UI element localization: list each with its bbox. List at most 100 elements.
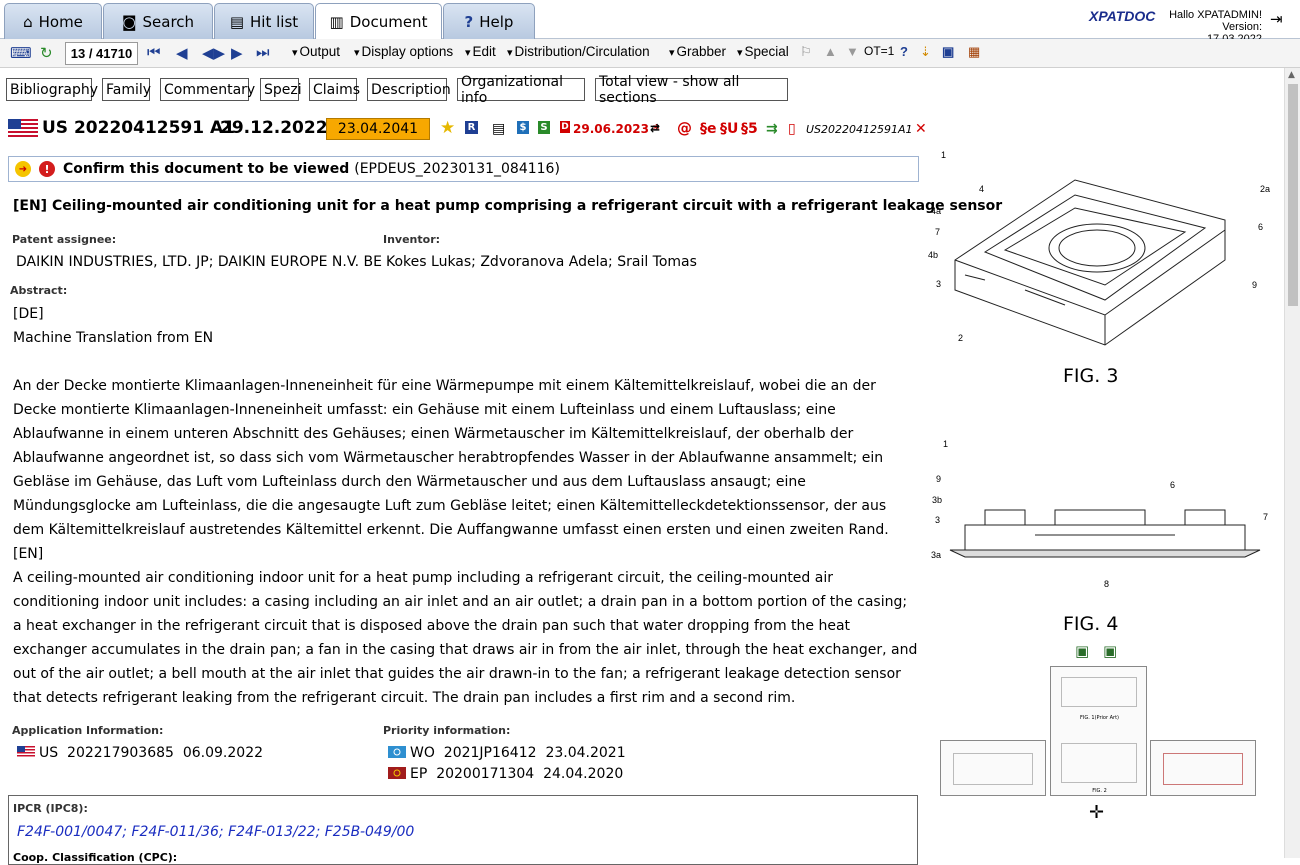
inventor-value: Kokes Lukas; Zdvoranova Adela; Srail Tom… [386, 254, 697, 270]
section-total-view[interactable]: Total view - show all sections [595, 74, 788, 106]
pdf-icon[interactable]: ▯ [788, 121, 796, 137]
arrow-in-icon[interactable]: ➜ [15, 161, 31, 177]
confirm-view-link[interactable]: Confirm this document to be viewed [63, 161, 349, 177]
ipcr-code-link[interactable]: F25B-049/00 [325, 824, 415, 840]
tab-home[interactable]: ⌂ Home [4, 3, 102, 39]
clipboard-icon[interactable]: ▦ [968, 44, 980, 60]
tab-hit-list[interactable]: ▤ Hit list [214, 3, 314, 39]
fig3-label: 9 [1252, 280, 1257, 290]
status-s1-icon[interactable]: $ [517, 121, 529, 134]
status-s2-icon[interactable]: S [538, 121, 550, 134]
section-claims[interactable]: Claims [309, 78, 360, 101]
paragraph-e-icon[interactable]: §e [700, 121, 717, 137]
confirm-view-bar: ➜ ! Confirm this document to be viewed (… [8, 156, 919, 182]
section-organizational-info[interactable]: Organizational info [457, 74, 585, 106]
thumbnail-fig4[interactable] [1150, 740, 1256, 796]
scroll-up-icon[interactable]: ▲ [1288, 70, 1295, 80]
publication-date: 29.12.2022 [220, 118, 328, 138]
menu-special[interactable]: Special [737, 44, 789, 59]
ipcr-label: IPCR (IPC8): [13, 802, 88, 815]
classification-box: IPCR (IPC8): F24F-001/0047; F24F-011/36;… [8, 795, 918, 865]
priority-item: EP 20200171304 24.04.2020 [388, 766, 623, 782]
fig4-label: 3a [931, 550, 941, 560]
menu-edit[interactable]: Edit [465, 44, 496, 59]
ipcr-code-link[interactable]: F24F-013/22 [228, 824, 315, 840]
help-toolbar-icon[interactable]: ? [900, 44, 908, 59]
thumbnail-fig3[interactable] [940, 740, 1046, 796]
first-document-icon[interactable]: ⏮ [147, 44, 161, 61]
keyboard-icon[interactable]: ⌨ [10, 44, 32, 62]
figure-4-caption: FIG. 4 [1063, 613, 1119, 635]
help-icon: ? [464, 12, 474, 31]
us-flag-icon [8, 119, 38, 139]
logout-icon[interactable]: ⇥ [1270, 10, 1283, 28]
abstract-en-tag: [EN] [13, 546, 44, 562]
tab-document[interactable]: ▥ Document [315, 3, 442, 40]
image-gallery-icon[interactable]: ▣ [1075, 642, 1089, 660]
home-icon: ⌂ [23, 12, 33, 31]
last-document-icon[interactable]: ⏭ [256, 44, 270, 61]
publication-number-short: US20220412591A1 [806, 123, 913, 136]
fig3-label: 4a [931, 206, 941, 216]
image-icon[interactable]: ▣ [1103, 642, 1117, 660]
document-title: [EN] Ceiling-mounted air conditioning un… [13, 198, 1003, 214]
section-description[interactable]: Description [367, 78, 451, 101]
star-icon[interactable]: ★ [440, 118, 455, 138]
delete-icon[interactable]: ✕ [915, 121, 927, 137]
ipcr-code-link[interactable]: F24F-011/36 [131, 824, 218, 840]
email-icon[interactable]: @ [677, 119, 692, 137]
paragraph-5-icon[interactable]: §5 [741, 121, 758, 137]
refresh-icon[interactable]: ↻ [40, 44, 53, 62]
us-flag-icon [17, 746, 35, 758]
document-icon: ▥ [329, 13, 344, 31]
ipcr-code-link[interactable]: F24F-001/0047 [17, 824, 122, 840]
arrow-up-icon[interactable]: ▲ [824, 44, 837, 59]
sort-icon[interactable]: ⇣ [920, 44, 931, 60]
register-icon[interactable]: ▣ [942, 44, 954, 60]
swap-icon[interactable]: ◀▶ [202, 44, 225, 62]
fig4-label: 3b [932, 495, 942, 505]
section-commentary[interactable]: Commentary [160, 78, 255, 101]
menu-output[interactable]: Output [292, 44, 341, 59]
fig4-label: 9 [936, 474, 941, 484]
move-cursor-icon: ✛ [1089, 802, 1105, 823]
paragraph-u-icon[interactable]: §U [720, 121, 738, 137]
abstract-mt-note: Machine Translation from EN [13, 330, 214, 346]
menu-display-options[interactable]: Display options [354, 44, 454, 59]
tab-help[interactable]: ? Help [443, 3, 535, 39]
menu-distribution[interactable]: Distribution/Circulation [507, 44, 650, 59]
previous-document-icon[interactable]: ◀ [176, 44, 188, 62]
clipboard-icon[interactable]: ▤ [492, 121, 505, 137]
thumbnail-fig1[interactable]: FIG. 1(Prior Art) FIG. 2 [1050, 666, 1147, 796]
flag-icon[interactable]: ⚐ [800, 44, 812, 60]
figure-4-drawing[interactable]: 1 9 3b 3 3a 6 7 8 [925, 435, 1275, 595]
fig3-label: 2a [1260, 184, 1270, 194]
fig3-label: 3 [936, 279, 941, 289]
drawings-panel: 1 4 4a 7 4b 3 2 2a 6 9 FIG. 3 1 9 3b 3 3… [925, 140, 1275, 858]
abstract-de-tag: [DE] [13, 306, 44, 322]
arrow-down-icon[interactable]: ▼ [846, 44, 859, 59]
section-spezi[interactable]: Spezi [260, 78, 302, 101]
fig4-label: 7 [1263, 512, 1268, 522]
confirm-reference: (EPDEUS_20230131_084116) [354, 161, 560, 177]
fig3-label: 4 [979, 184, 984, 194]
translate-icon[interactable]: ⇄ [650, 121, 660, 135]
tab-search[interactable]: ◙ Search [103, 3, 213, 39]
fig4-label: 1 [943, 439, 948, 449]
export-icon[interactable]: ⇉ [766, 121, 778, 137]
figure-3-drawing[interactable]: 1 4 4a 7 4b 3 2 2a 6 9 [925, 140, 1275, 360]
wipo-flag-icon [388, 746, 406, 758]
document-counter[interactable]: 13 / 41710 [65, 42, 138, 65]
assignee-label: Patent assignee: [12, 233, 117, 246]
next-document-icon[interactable]: ▶ [231, 44, 243, 62]
section-family[interactable]: Family [102, 78, 151, 101]
section-bibliography[interactable]: Bibliography [6, 78, 98, 101]
r-badge-icon[interactable]: R [465, 121, 478, 134]
ot-indicator: OT=1 [864, 44, 895, 58]
priority-item: WO 2021JP16412 23.04.2021 [388, 745, 626, 761]
list-icon: ▤ [229, 12, 245, 31]
menu-grabber[interactable]: Grabber [669, 44, 727, 59]
ipcr-codes: F24F-001/0047; F24F-011/36; F24F-013/22;… [17, 824, 415, 840]
page-scrollbar[interactable]: ▲ [1284, 68, 1300, 858]
scrollbar-thumb[interactable] [1288, 84, 1298, 306]
